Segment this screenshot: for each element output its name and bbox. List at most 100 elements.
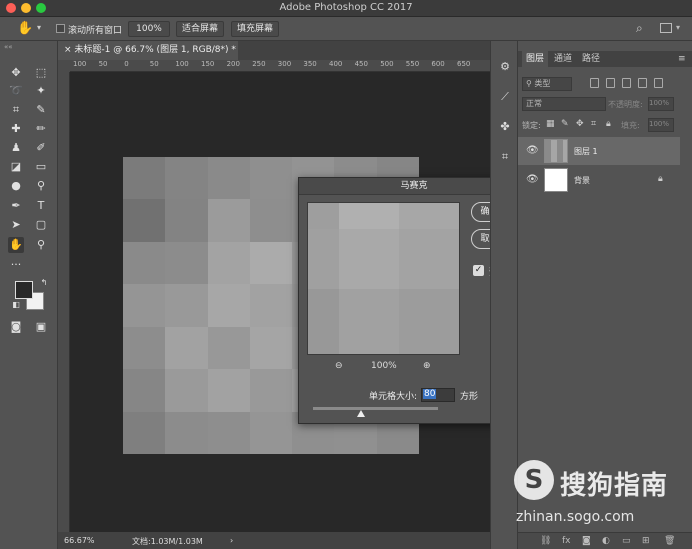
zoom-100-button[interactable]: 100%	[128, 21, 170, 37]
magic-wand-tool-icon[interactable]: ✦	[33, 83, 49, 99]
eyedropper-tool-icon[interactable]: ✎	[33, 102, 49, 118]
cell-size-slider[interactable]	[313, 407, 438, 410]
preview-checkbox[interactable]: ✓	[473, 265, 484, 276]
workspace-icon[interactable]	[660, 23, 672, 33]
mosaic-cell	[249, 157, 293, 200]
mosaic-cell	[249, 284, 293, 327]
swap-colors-icon[interactable]: ↰	[36, 275, 52, 291]
eraser-tool-icon[interactable]: ◪	[8, 159, 24, 175]
fill-screen-button[interactable]: 填充屏幕	[231, 21, 279, 37]
delete-layer-icon[interactable]: 🗑︎	[664, 536, 675, 546]
panel-menu-icon[interactable]: ≡	[674, 51, 690, 67]
zoom-in-icon[interactable]: ⊕	[423, 361, 431, 371]
tab-paths[interactable]: 路径	[578, 51, 604, 67]
edit-toolbar-icon[interactable]: ···	[8, 257, 24, 273]
fill-label: 填充:	[621, 121, 640, 130]
marquee-tool-icon[interactable]: ⬚	[33, 65, 49, 81]
gradient-tool-icon[interactable]: ▭	[33, 159, 49, 175]
brush-tool-icon[interactable]: ✏	[33, 121, 49, 137]
properties-icon[interactable]: ⚙	[497, 59, 513, 75]
add-mask-icon[interactable]: ◙	[582, 536, 591, 546]
shape-filter-icon[interactable]	[638, 78, 647, 88]
status-bar: 66.67% 文档:1.03M/1.03M ›	[58, 532, 490, 549]
workspace-chevron-icon[interactable]: ▾	[676, 23, 680, 32]
cell-size-value[interactable]: 80	[423, 389, 437, 399]
clone-stamp-tool-icon[interactable]: ♟	[8, 140, 24, 156]
mosaic-cell	[123, 326, 166, 370]
new-group-icon[interactable]: ▭	[622, 536, 631, 546]
new-layer-icon[interactable]: ⊞	[642, 536, 650, 546]
layer-style-icon[interactable]: fx	[562, 536, 571, 546]
smart-object-filter-icon[interactable]	[654, 78, 663, 88]
lock-all-icon[interactable]: 🔒︎	[606, 119, 611, 129]
type-filter-icon[interactable]	[622, 78, 631, 88]
kind-filter-select[interactable]: ⚲ 类型	[522, 77, 572, 91]
healing-brush-tool-icon[interactable]: ✚	[8, 121, 24, 137]
chevron-down-icon[interactable]: ▾	[37, 23, 41, 32]
mosaic-cell	[207, 199, 250, 242]
pixel-filter-icon[interactable]	[590, 78, 599, 88]
lock-image-icon[interactable]: ✎	[561, 119, 569, 129]
preview-cell	[339, 289, 399, 354]
mosaic-cell	[165, 157, 208, 200]
move-tool-icon[interactable]: ✥	[8, 65, 24, 81]
dodge-tool-icon[interactable]: ⚲	[33, 178, 49, 194]
cell-size-input[interactable]: 80	[421, 388, 455, 402]
quick-mask-icon[interactable]: ◙	[8, 319, 24, 335]
hand-tool-preset-icon[interactable]: ✋	[17, 21, 33, 36]
blend-mode-select[interactable]: 正常	[522, 97, 606, 111]
status-menu-icon[interactable]: ›	[230, 536, 233, 545]
ruler-tick-label: 200	[226, 60, 240, 68]
ruler-tick-label: 500	[380, 60, 394, 68]
lock-position-icon[interactable]: ✥	[576, 119, 584, 129]
lock-transparent-icon[interactable]: ▦	[546, 119, 555, 129]
adjustment-filter-icon[interactable]	[606, 78, 615, 88]
shape-tool-icon[interactable]: ▢	[33, 217, 49, 233]
zoom-tool-icon[interactable]: ⚲	[33, 237, 49, 253]
link-layers-icon[interactable]: ⛓	[540, 536, 551, 546]
preview-cell	[399, 203, 459, 229]
foreground-color-swatch[interactable]	[15, 281, 33, 299]
crop-tool-icon[interactable]: ⌗	[8, 102, 24, 118]
close-tab-icon[interactable]: ×	[64, 45, 74, 55]
layers-panel-tabs: 图层 通道 路径 ≡	[518, 51, 692, 67]
layer-row-background[interactable]: 👁︎ 背景 🔒︎	[518, 166, 680, 194]
kind-filter-value: 类型	[534, 79, 551, 88]
mosaic-cell	[123, 411, 166, 454]
filter-preview[interactable]	[307, 202, 460, 355]
screen-mode-icon[interactable]: ▣	[33, 319, 49, 335]
tab-channels[interactable]: 通道	[550, 51, 576, 67]
cell-size-slider-thumb[interactable]	[356, 410, 365, 417]
pen-tool-icon[interactable]: ✒	[8, 198, 24, 214]
path-selection-tool-icon[interactable]: ➤	[8, 217, 24, 233]
puzzle-icon[interactable]: ✤	[497, 119, 513, 135]
layer-row-layer1[interactable]: 👁︎ 图层 1	[518, 137, 680, 165]
lock-artboard-icon[interactable]: ⌗	[591, 119, 596, 129]
fill-input[interactable]: 100%	[648, 118, 674, 132]
visibility-eye-icon[interactable]: 👁︎	[526, 174, 539, 185]
hand-tool-icon[interactable]: ✋	[8, 237, 24, 253]
type-tool-icon[interactable]: T	[33, 198, 49, 214]
lasso-tool-icon[interactable]: ➰	[8, 83, 24, 99]
layer-name[interactable]: 图层 1	[574, 146, 598, 157]
visibility-eye-icon[interactable]: 👁︎	[526, 145, 539, 156]
history-brush-tool-icon[interactable]: ✐	[33, 140, 49, 156]
fit-screen-button[interactable]: 适合屏幕	[176, 21, 224, 37]
scroll-all-windows-checkbox[interactable]	[56, 24, 65, 33]
document-tab[interactable]: × 未标题-1 @ 66.7% (图层 1, RGB/8*) *	[58, 41, 238, 60]
zoom-out-icon[interactable]: ⊖	[335, 361, 343, 371]
layer-name[interactable]: 背景	[574, 175, 590, 186]
collapse-panel-icon[interactable]: ««	[4, 43, 13, 51]
adjustment-layer-icon[interactable]: ◐	[602, 536, 610, 546]
opacity-input[interactable]: 100%	[648, 97, 674, 111]
status-zoom[interactable]: 66.67%	[64, 536, 95, 545]
blur-tool-icon[interactable]: ●	[8, 178, 24, 194]
layer-thumbnail	[544, 168, 568, 192]
crop-panel-icon[interactable]: ⌗	[497, 149, 513, 165]
default-colors-icon[interactable]: ◧	[8, 297, 24, 313]
curves-icon[interactable]: ⟋	[497, 89, 513, 105]
search-icon[interactable]: ⌕	[636, 21, 643, 36]
tab-layers[interactable]: 图层	[522, 51, 549, 67]
mosaic-cell	[207, 369, 250, 412]
watermark-url: zhinan.sogo.com	[516, 509, 635, 525]
